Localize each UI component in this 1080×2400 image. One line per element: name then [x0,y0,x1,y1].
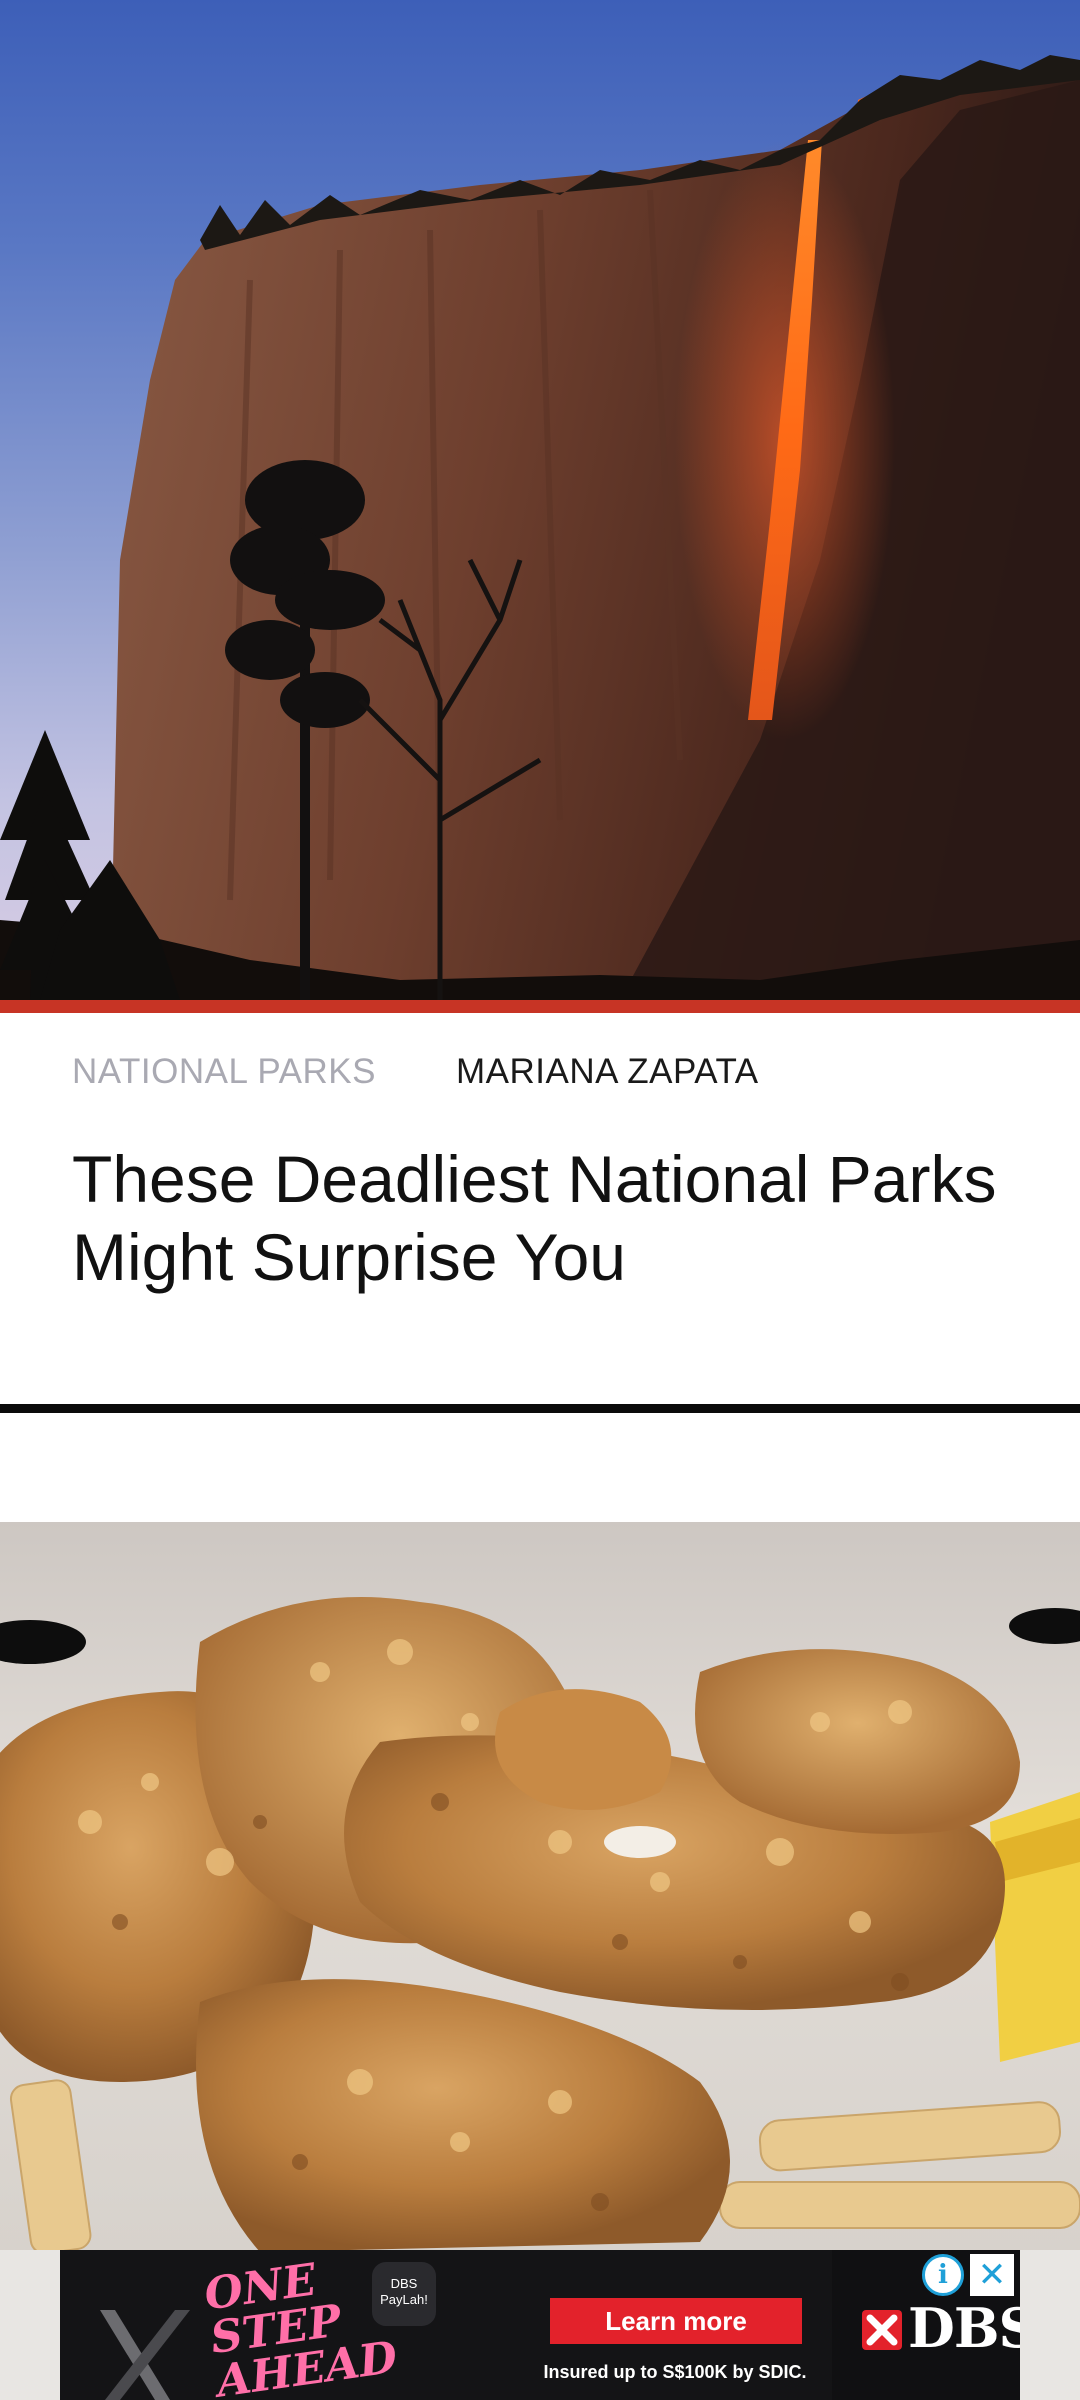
ad-left-gutter [0,2250,60,2400]
author-link[interactable]: MARIANA ZAPATA [456,1052,759,1092]
ad-right-gutter [1020,2250,1080,2400]
ad-x-graphic-icon [100,2310,190,2400]
ad-close-icon[interactable]: ✕ [970,2254,1014,2296]
learn-more-button[interactable]: Learn more [550,2298,802,2344]
dbs-star-icon [862,2310,902,2350]
fried-chicken-illustration [0,1597,1080,2252]
banner-ad[interactable]: ONE STEP AHEAD DBS PayLah! Learn more In… [60,2250,1020,2400]
section-divider [0,1404,1080,1413]
category-link[interactable]: NATIONAL PARKS [72,1052,376,1092]
firefall-illustration [0,55,1080,1000]
accent-bar [0,1000,1080,1013]
article-title[interactable]: These Deadliest National Parks Might Sur… [72,1140,1012,1296]
category-label: NATIONAL PARKS [72,1052,376,1091]
ad-info-icon[interactable]: i [922,2254,964,2296]
hero-image[interactable] [0,0,1080,1000]
ad-brand-name: DBS [908,2296,1020,2360]
next-article-image[interactable] [0,1522,1080,2252]
ad-app-badge: DBS PayLah! [372,2262,436,2326]
